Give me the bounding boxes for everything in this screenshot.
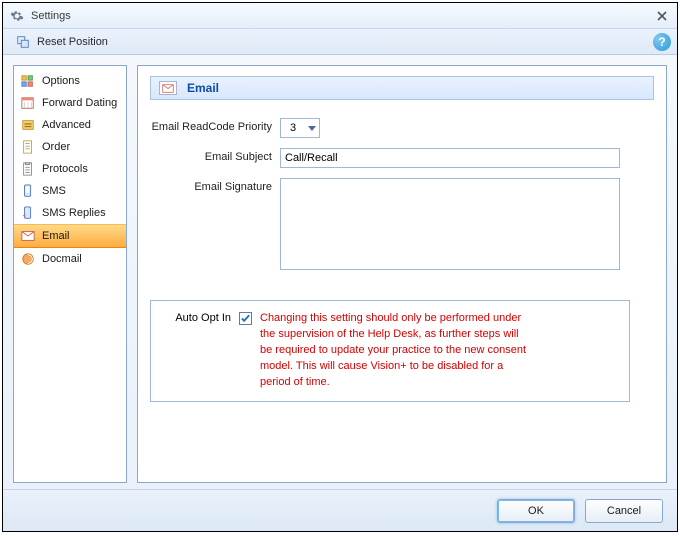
auto-opt-in-group: Auto Opt In Changing this setting should… (150, 300, 630, 402)
chevron-down-icon[interactable] (305, 119, 319, 137)
auto-opt-in-label: Auto Opt In (161, 311, 231, 324)
sidebar-item-label: Email (42, 230, 70, 242)
subject-label: Email Subject (150, 148, 280, 163)
email-icon (20, 228, 36, 244)
docmail-icon (20, 251, 36, 267)
advanced-icon (20, 117, 36, 133)
sidebar-item-sms[interactable]: SMS (14, 180, 126, 202)
sms-icon (20, 183, 36, 199)
cancel-button-label: Cancel (607, 505, 641, 517)
titlebar: Settings (3, 3, 677, 29)
sidebar-item-label: SMS Replies (42, 207, 106, 219)
email-panel-icon (159, 81, 177, 95)
sidebar-item-options[interactable]: Options (14, 70, 126, 92)
sidebar-item-protocols[interactable]: Protocols (14, 158, 126, 180)
ok-button-label: OK (528, 505, 544, 517)
body: Options Forward Dating Advanced Order Pr… (3, 55, 677, 489)
auto-opt-in-checkbox[interactable] (239, 312, 252, 325)
sidebar-item-order[interactable]: Order (14, 136, 126, 158)
toolbar: Reset Position ? (3, 29, 677, 55)
subject-input[interactable] (280, 148, 620, 168)
row-readcode: Email ReadCode Priority 3 (150, 118, 654, 138)
settings-window: Settings Reset Position ? Options Forwar… (2, 2, 678, 532)
readcode-label: Email ReadCode Priority (150, 118, 280, 133)
panel-title: Email (187, 81, 219, 95)
sidebar-item-label: Docmail (42, 253, 82, 265)
sidebar-item-label: SMS (42, 185, 66, 197)
order-icon (20, 139, 36, 155)
close-icon[interactable] (653, 7, 671, 25)
readcode-select[interactable]: 3 (280, 118, 320, 138)
sms-replies-icon (20, 205, 36, 221)
protocols-icon (20, 161, 36, 177)
sidebar-item-label: Advanced (42, 119, 91, 131)
sidebar-item-email[interactable]: Email (14, 224, 126, 248)
main-panel: Email Email ReadCode Priority 3 Email Su… (137, 65, 667, 483)
sidebar-item-sms-replies[interactable]: SMS Replies (14, 202, 126, 224)
readcode-value: 3 (281, 122, 305, 134)
options-icon (20, 73, 36, 89)
sidebar-item-label: Forward Dating (42, 97, 117, 109)
panel-header: Email (150, 76, 654, 100)
reset-position-button[interactable]: Reset Position (9, 32, 114, 52)
sidebar-item-label: Order (42, 141, 70, 153)
signature-label: Email Signature (150, 178, 280, 193)
footer: OK Cancel (3, 489, 677, 531)
cancel-button[interactable]: Cancel (585, 499, 663, 523)
sidebar-item-forward-dating[interactable]: Forward Dating (14, 92, 126, 114)
sidebar-item-label: Options (42, 75, 80, 87)
gear-icon (9, 8, 25, 24)
signature-textarea[interactable] (280, 178, 620, 270)
reset-position-icon (15, 34, 31, 50)
auto-opt-in-warning: Changing this setting should only be per… (260, 311, 530, 391)
help-icon[interactable]: ? (653, 33, 671, 51)
row-signature: Email Signature (150, 178, 654, 270)
sidebar-item-advanced[interactable]: Advanced (14, 114, 126, 136)
row-subject: Email Subject (150, 148, 654, 168)
window-title: Settings (31, 10, 653, 22)
sidebar-item-docmail[interactable]: Docmail (14, 248, 126, 270)
sidebar: Options Forward Dating Advanced Order Pr… (13, 65, 127, 483)
calendar-icon (20, 95, 36, 111)
ok-button[interactable]: OK (497, 499, 575, 523)
reset-position-label: Reset Position (37, 36, 108, 48)
sidebar-item-label: Protocols (42, 163, 88, 175)
